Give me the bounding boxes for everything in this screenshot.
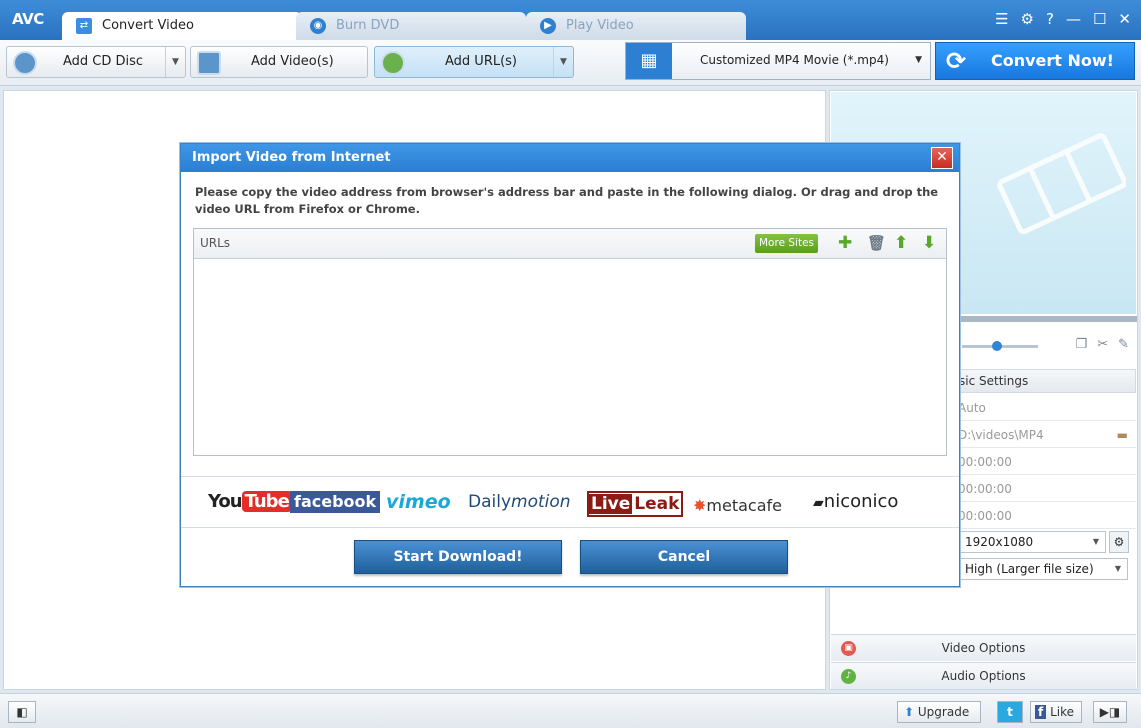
- chevron-down-icon: ▼: [1114, 564, 1121, 573]
- audio-options-label: Audio Options: [941, 669, 1026, 683]
- gear-icon[interactable]: ⚙: [1021, 10, 1034, 28]
- refresh-icon: ⟳: [946, 47, 967, 75]
- video-options-label: Video Options: [941, 641, 1026, 655]
- convert-video-icon: ⇄: [76, 18, 92, 34]
- arrow-up-icon: ⬆: [904, 705, 915, 719]
- tab-convert-video[interactable]: ⇄ Convert Video: [62, 12, 302, 40]
- button-label: Convert Now!: [991, 51, 1114, 70]
- import-video-dialog: Import Video from Internet ✕ Please copy…: [180, 143, 960, 587]
- upgrade-button[interactable]: ⬆ Upgrade: [897, 701, 981, 723]
- setting-row[interactable]: 00:00:00: [940, 449, 1136, 475]
- urls-column-label: URLs: [200, 236, 231, 250]
- chevron-down-icon: ▼: [915, 55, 922, 65]
- output-format-value: Customized MP4 Movie (*.mp4): [700, 53, 889, 67]
- quality-select[interactable]: High (Larger file size) ▼: [960, 558, 1128, 580]
- slider-handle[interactable]: [992, 341, 1002, 351]
- preview-tools: ❐ ✂ ✎: [1076, 337, 1129, 352]
- move-down-icon[interactable]: ⬇: [922, 233, 936, 253]
- audio-options-icon: ♪: [841, 669, 856, 684]
- cd-disc-icon: [13, 51, 37, 75]
- film-icon: ▦: [626, 43, 672, 79]
- setting-row[interactable]: 00:00:00: [940, 476, 1136, 502]
- button-label: Add CD Disc: [63, 54, 144, 69]
- volume-slider[interactable]: [962, 341, 1038, 351]
- button-label: Add URL(s): [445, 54, 518, 69]
- setting-row[interactable]: 00:00:00: [940, 503, 1136, 529]
- status-bar: ◧ ⬆ Upgrade t f Like ▶◨: [0, 693, 1141, 728]
- tab-label: Burn DVD: [336, 18, 400, 33]
- chevron-down-icon[interactable]: ▼: [553, 47, 573, 77]
- convert-now-button[interactable]: ⟳ Convert Now!: [935, 42, 1135, 80]
- facebook-logo: facebook: [290, 491, 381, 513]
- resolution-select[interactable]: 1920x1080 ▼: [960, 531, 1106, 553]
- film-reel-icon: [997, 133, 1126, 235]
- basic-settings-header[interactable]: sic Settings: [940, 369, 1136, 393]
- setting-row-output-folder[interactable]: D:\videos\MP4 ▬: [940, 422, 1136, 448]
- tab-play-video[interactable]: ▶ Play Video: [526, 12, 746, 40]
- twitter-icon[interactable]: t: [997, 701, 1023, 723]
- burn-dvd-icon: ◉: [310, 18, 326, 34]
- add-videos-button[interactable]: Add Video(s): [190, 46, 368, 78]
- add-urls-button[interactable]: Add URL(s) ▼: [374, 46, 574, 78]
- facebook-icon: f: [1035, 705, 1047, 719]
- copy-icon[interactable]: ❐: [1076, 337, 1088, 352]
- video-options-icon: ▣: [841, 641, 856, 656]
- url-list-header: URLs More Sites ✚ 🗑 ⬆ ⬇: [194, 229, 946, 259]
- film-add-icon: [197, 51, 221, 75]
- tab-burn-dvd[interactable]: ◉ Burn DVD: [296, 12, 526, 40]
- dialog-close-icon[interactable]: ✕: [931, 147, 953, 169]
- close-icon[interactable]: ✕: [1118, 10, 1131, 28]
- video-options-header[interactable]: ▣ Video Options: [831, 634, 1136, 661]
- tab-label: Convert Video: [102, 18, 194, 33]
- app-logo: AVC: [12, 10, 44, 28]
- output-format-select[interactable]: ▦ Customized MP4 Movie (*.mp4) ▼: [625, 42, 931, 80]
- vimeo-logo: vimeo: [386, 491, 451, 513]
- magic-wand-icon[interactable]: ✎: [1118, 337, 1129, 352]
- dialog-instructions: Please copy the video address from brows…: [195, 185, 939, 216]
- trash-icon[interactable]: 🗑: [867, 233, 886, 253]
- youtube-logo: You Tube: [208, 491, 292, 513]
- audio-options-header[interactable]: ♪ Audio Options: [831, 662, 1136, 689]
- maximize-icon[interactable]: ☐: [1093, 10, 1106, 28]
- button-label: Add Video(s): [251, 54, 334, 69]
- minimize-icon[interactable]: —: [1066, 10, 1081, 28]
- button-label: Like: [1050, 705, 1074, 719]
- add-url-icon[interactable]: ✚: [838, 233, 852, 253]
- metacafe-logo: ✸metacafe: [693, 496, 782, 515]
- liveleak-logo: Live Leak: [587, 491, 684, 517]
- niconico-logo: ▰niconico: [813, 491, 899, 512]
- setting-row[interactable]: Auto: [940, 395, 1136, 421]
- cancel-button[interactable]: Cancel: [580, 540, 788, 574]
- help-icon[interactable]: ?: [1046, 10, 1054, 28]
- facebook-like-button[interactable]: f Like: [1030, 701, 1082, 723]
- globe-add-icon: [381, 51, 405, 75]
- start-download-button[interactable]: Start Download!: [354, 540, 562, 574]
- play-video-icon: ▶: [540, 18, 556, 34]
- dailymotion-logo: Dailymotion: [468, 492, 571, 512]
- url-list-panel[interactable]: URLs More Sites ✚ 🗑 ⬆ ⬇: [193, 228, 947, 456]
- chevron-down-icon: ▼: [1092, 537, 1099, 546]
- folder-icon[interactable]: ▬: [1117, 422, 1128, 448]
- move-up-icon[interactable]: ⬆: [894, 233, 908, 253]
- resolution-value: 1920x1080: [965, 535, 1034, 549]
- more-sites-button[interactable]: More Sites: [755, 234, 818, 253]
- title-bar: AVC ⇄ Convert Video ◉ Burn DVD ▶ Play Vi…: [0, 0, 1141, 40]
- button-label: Upgrade: [917, 705, 970, 719]
- toggle-right-panel-icon[interactable]: ▶◨: [1093, 701, 1127, 723]
- scissors-icon[interactable]: ✂: [1097, 337, 1108, 352]
- quality-value: High (Larger file size): [965, 562, 1094, 576]
- supported-sites-strip: You Tube facebook vimeo Dailymotion Live L…: [181, 476, 959, 528]
- window-controls: ☰ ⚙ ? — ☐ ✕: [995, 10, 1131, 28]
- dialog-title: Import Video from Internet: [181, 144, 959, 172]
- add-cd-disc-button[interactable]: Add CD Disc ▼: [6, 46, 186, 78]
- gear-icon[interactable]: ⚙: [1109, 531, 1129, 553]
- chevron-down-icon[interactable]: ▼: [165, 47, 185, 77]
- toggle-left-panel-icon[interactable]: ◧: [8, 701, 36, 723]
- output-folder-value: D:\videos\MP4: [958, 428, 1044, 442]
- menu-icon[interactable]: ☰: [995, 10, 1008, 28]
- tab-label: Play Video: [566, 18, 634, 33]
